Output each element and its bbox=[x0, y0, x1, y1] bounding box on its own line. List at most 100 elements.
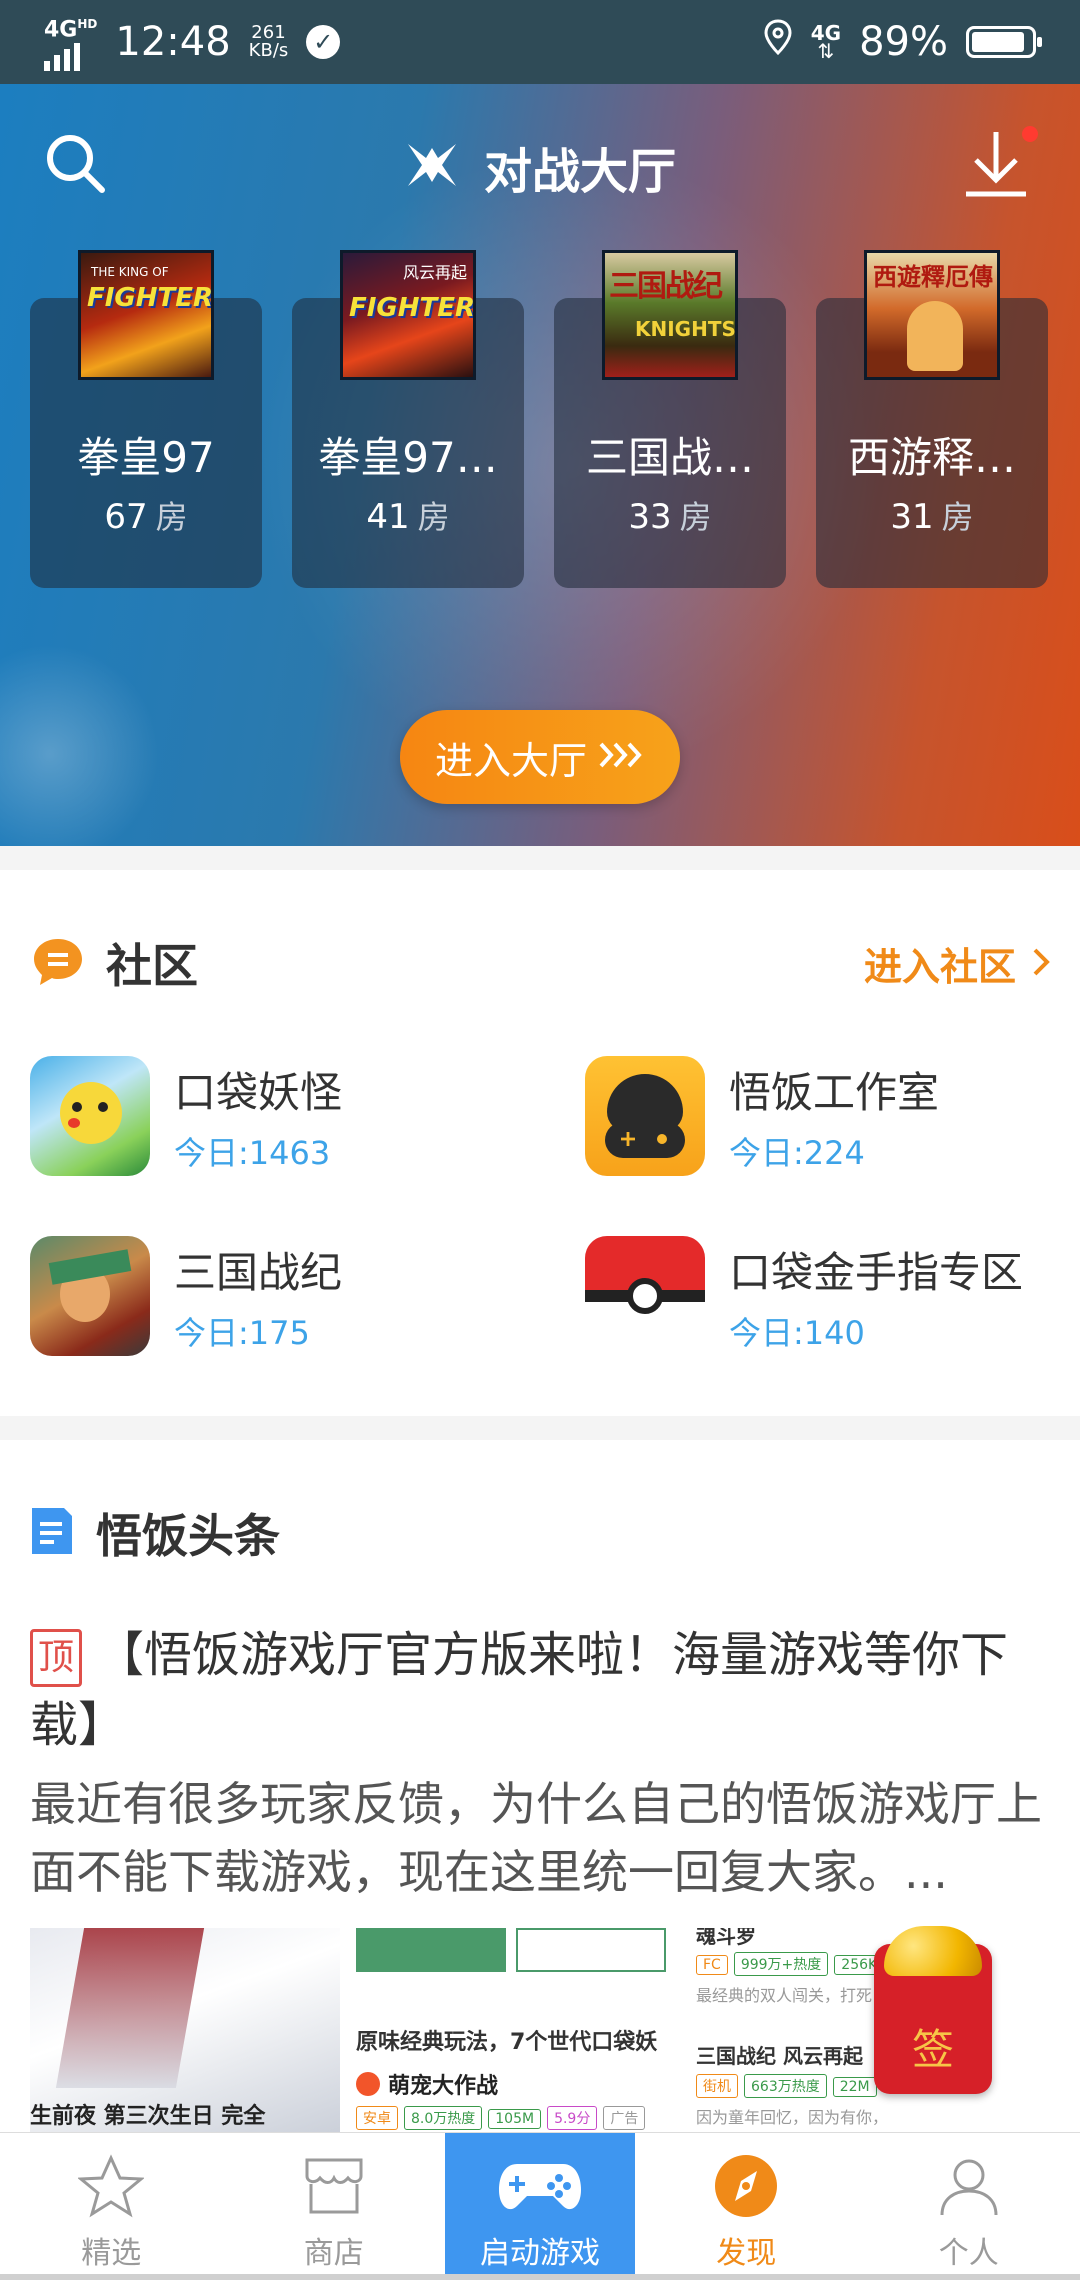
nav-discover[interactable]: 发现 bbox=[635, 2133, 858, 2280]
enter-hall-label: 进入大厅 bbox=[434, 738, 587, 783]
signal-indicator: 4GHD bbox=[44, 13, 98, 72]
community-title: 社区 bbox=[106, 939, 198, 993]
article-headline: 【悟饭游戏厅官方版来啦！海量游戏等你下载】 bbox=[30, 1627, 1009, 1753]
data-arrows-icon: ⇅ bbox=[817, 39, 835, 63]
community-item[interactable]: 口袋妖怪 今日:1463 bbox=[30, 1056, 585, 1176]
tag: 街机 bbox=[696, 2074, 738, 2098]
chevron-right-icon bbox=[1032, 942, 1050, 986]
location-icon bbox=[763, 19, 793, 65]
chat-bubble-icon bbox=[30, 935, 86, 991]
network-type: 4G bbox=[44, 17, 78, 43]
community-today-count: 今日:175 bbox=[174, 1313, 310, 1352]
room-count-value: 31 bbox=[890, 497, 934, 537]
nav-launch-game[interactable]: 启动游戏 bbox=[445, 2133, 635, 2280]
game-name: 三国战… bbox=[585, 433, 754, 482]
headlines-title: 悟饭头条 bbox=[96, 1509, 280, 1563]
status-bar: 4GHD 12:48 261 KB/s ✓ 4G ⇅ 89% bbox=[0, 0, 1080, 84]
star-icon bbox=[75, 2150, 147, 2222]
community-name: 口袋金手指专区 bbox=[729, 1247, 1024, 1297]
ad-game-title: 萌宠大作战 bbox=[388, 2074, 499, 2099]
game-cover-image: 西遊釋厄傳 bbox=[864, 250, 1000, 380]
pokemon-forum-icon bbox=[30, 1056, 150, 1176]
thumbnail-image: 魂斗罗 FC 999万+热度 256K 最经典的双人闯关，打死 三国战纪 风云再起 … bbox=[682, 1928, 882, 2140]
community-name: 悟饭工作室 bbox=[729, 1067, 940, 1117]
community-item[interactable]: 口袋金手指专区 今日:140 bbox=[585, 1236, 1060, 1356]
battle-logo-icon bbox=[404, 140, 460, 194]
person-icon bbox=[933, 2150, 1005, 2222]
game-title: 三国战纪 风云再起 bbox=[696, 2044, 863, 2068]
page-title: 对战大厅 bbox=[483, 144, 676, 200]
game-name: 西游释… bbox=[847, 433, 1016, 482]
tag: FC bbox=[696, 1955, 728, 1975]
game-cover-image: 风云再起 FIGHTERS'97 bbox=[340, 250, 476, 380]
store-icon bbox=[298, 2150, 370, 2222]
nav-launch-label: 启动游戏 bbox=[480, 2236, 600, 2271]
tag: 663万热度 bbox=[744, 2074, 827, 2098]
room-count: 41 房 bbox=[292, 492, 524, 538]
game-cover-image: FIGHTERS'97 THE KING OF bbox=[78, 250, 214, 380]
thumbnail-image: 生前夜 第三次生日 完全 bbox=[30, 1928, 340, 2140]
battle-hall-banner: 对战大厅 FIGHTERS'97 THE KING OF 拳皇97 67房 风云… bbox=[0, 84, 1080, 846]
home-indicator bbox=[0, 2274, 1080, 2280]
tag: 广告 bbox=[603, 2106, 646, 2130]
three-kingdoms-icon bbox=[30, 1236, 150, 1356]
nav-me-label: 个人 bbox=[938, 2236, 999, 2271]
community-item[interactable]: 三国战纪 今日:175 bbox=[30, 1236, 585, 1356]
document-icon bbox=[30, 1506, 74, 1560]
triple-chevron-icon bbox=[597, 735, 645, 779]
game-ad-icon bbox=[356, 2072, 380, 2096]
game-card[interactable]: 风云再起 FIGHTERS'97 拳皇97… 41房 bbox=[292, 250, 524, 588]
nav-featured-label: 精选 bbox=[81, 2236, 142, 2271]
battery-percent: 89% bbox=[859, 19, 948, 65]
gamepad-icon bbox=[495, 2150, 585, 2222]
nav-me[interactable]: 个人 bbox=[858, 2133, 1080, 2280]
bottom-navigation: 精选 商店 启动游戏 发现 个人 bbox=[0, 2132, 1080, 2280]
download-icon bbox=[966, 132, 1026, 197]
enter-community-label: 进入社区 bbox=[863, 945, 1016, 989]
tag: 22M bbox=[832, 2077, 877, 2097]
nav-store[interactable]: 商店 bbox=[223, 2133, 446, 2280]
daily-sign-in-button[interactable]: 签 bbox=[874, 1926, 992, 2094]
room-unit: 房 bbox=[417, 498, 450, 536]
community-item[interactable]: 悟饭工作室 今日:224 bbox=[585, 1056, 1060, 1176]
pokeball-icon bbox=[585, 1236, 705, 1356]
signal-bars-icon bbox=[44, 41, 80, 72]
nav-discover-label: 发现 bbox=[716, 2236, 777, 2271]
enter-hall-button[interactable]: 进入大厅 bbox=[400, 710, 680, 804]
game-card[interactable]: 西遊釋厄傳 西游释… 31 房 bbox=[816, 250, 1048, 588]
tag: 5.9分 bbox=[547, 2106, 598, 2130]
enter-community-link[interactable]: 进入社区 bbox=[864, 936, 1050, 991]
game-card[interactable]: FIGHTERS'97 THE KING OF 拳皇97 67房 bbox=[30, 250, 262, 588]
game-desc-top: 最经典的双人闯关，打死 bbox=[696, 1986, 873, 2005]
network-hd: HD bbox=[77, 16, 98, 31]
game-room-list: FIGHTERS'97 THE KING OF 拳皇97 67房 风云再起 FI… bbox=[30, 250, 1048, 588]
community-today-count: 今日:224 bbox=[729, 1133, 865, 1172]
nav-featured[interactable]: 精选 bbox=[0, 2133, 223, 2280]
room-count: 33 房 bbox=[554, 492, 786, 538]
wufan-studio-icon bbox=[585, 1056, 705, 1176]
check-icon: ✓ bbox=[306, 24, 341, 59]
community-today-count: 今日:140 bbox=[729, 1313, 865, 1352]
game-card[interactable]: 三国战纪 KNIGHTS 三国战… 33 房 bbox=[554, 250, 786, 588]
tag: 999万+热度 bbox=[733, 1952, 829, 1976]
news-article[interactable]: 顶【悟饭游戏厅官方版来啦！海量游戏等你下载】 最近有很多玩家反馈，为什么自己的悟… bbox=[30, 1620, 1050, 1906]
room-count-value: 41 bbox=[366, 497, 410, 537]
mobile-data-indicator: 4G ⇅ bbox=[811, 23, 841, 63]
net-speed-unit: KB/s bbox=[248, 39, 289, 61]
download-button[interactable] bbox=[960, 124, 1032, 204]
community-name: 三国战纪 bbox=[174, 1247, 343, 1297]
room-count: 31 房 bbox=[816, 492, 1048, 538]
thumbnail-image: 原味经典玩法，7个世代口袋妖 萌宠大作战 安卓 8.0万热度 105M 5.9分 广告 bbox=[356, 1928, 666, 2140]
net-speed: 261 KB/s bbox=[248, 23, 289, 61]
tag: 105M bbox=[488, 2109, 542, 2129]
battery-icon bbox=[966, 26, 1042, 58]
compass-icon bbox=[710, 2150, 782, 2222]
tag: 安卓 bbox=[356, 2106, 398, 2130]
game-cover-image: 三国战纪 KNIGHTS bbox=[602, 250, 738, 380]
thumbnail-caption: 原味经典玩法，7个世代口袋妖 bbox=[356, 2030, 658, 2055]
room-unit: 房 bbox=[679, 498, 712, 536]
pinned-tag: 顶 bbox=[30, 1629, 82, 1687]
battery-fill bbox=[972, 32, 1024, 52]
community-today-count: 今日:1463 bbox=[174, 1133, 331, 1172]
community-name: 口袋妖怪 bbox=[174, 1067, 343, 1117]
